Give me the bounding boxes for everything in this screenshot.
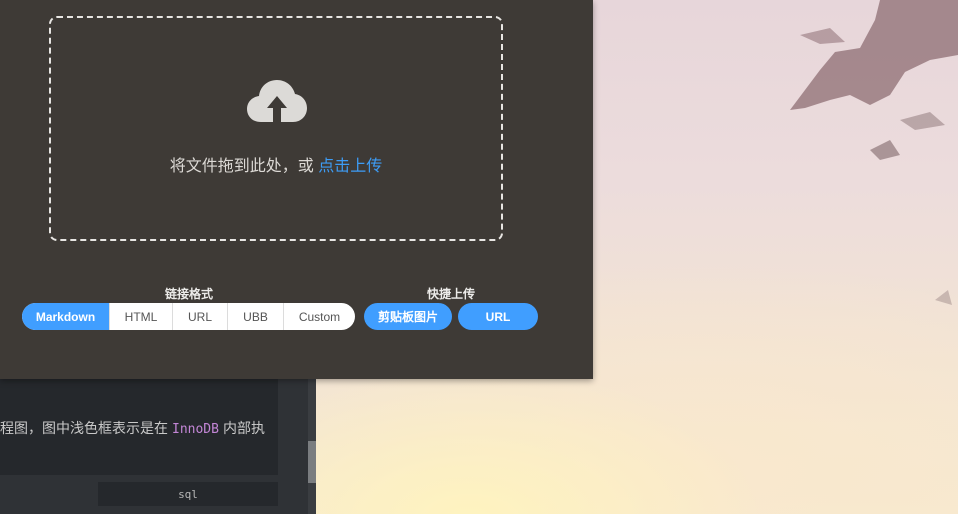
format-option-markdown[interactable]: Markdown bbox=[22, 303, 109, 330]
upload-dropzone[interactable]: 将文件拖到此处，或 点击上传 bbox=[49, 16, 503, 241]
format-option-ubb[interactable]: UBB bbox=[227, 303, 283, 330]
editor-text-before: 程图，图中浅色框表示是在 bbox=[0, 420, 168, 436]
click-upload-link[interactable]: 点击上传 bbox=[318, 158, 382, 175]
drop-text: 将文件拖到此处，或 bbox=[169, 158, 314, 175]
format-option-url[interactable]: URL bbox=[172, 303, 227, 330]
url-upload-button[interactable]: URL bbox=[458, 303, 538, 330]
quick-upload-label: 快捷上传 bbox=[426, 287, 475, 301]
inline-code: InnoDB bbox=[172, 422, 219, 437]
markdown-editor[interactable]: 程图，图中浅色框表示是在 InnoDB 内部执 sql bbox=[0, 379, 316, 514]
link-format-selector[interactable]: Markdown HTML URL UBB Custom bbox=[22, 303, 355, 330]
code-language-label[interactable]: sql bbox=[98, 482, 278, 506]
format-option-custom[interactable]: Custom bbox=[283, 303, 355, 330]
upload-panel: 将文件拖到此处，或 点击上传 链接格式 Markdown HTML URL UB… bbox=[0, 0, 593, 379]
drop-instructions: 将文件拖到此处，或 点击上传 bbox=[51, 152, 501, 176]
link-format-label: 链接格式 bbox=[164, 287, 213, 301]
editor-text-line: 程图，图中浅色框表示是在 InnoDB 内部执 bbox=[0, 418, 278, 438]
cloud-upload-icon bbox=[247, 80, 307, 122]
format-option-html[interactable]: HTML bbox=[109, 303, 172, 330]
scrollbar-thumb[interactable] bbox=[308, 441, 316, 483]
editor-text-after: 内部执 bbox=[222, 420, 265, 436]
clipboard-upload-button[interactable]: 剪贴板图片 bbox=[364, 303, 452, 330]
